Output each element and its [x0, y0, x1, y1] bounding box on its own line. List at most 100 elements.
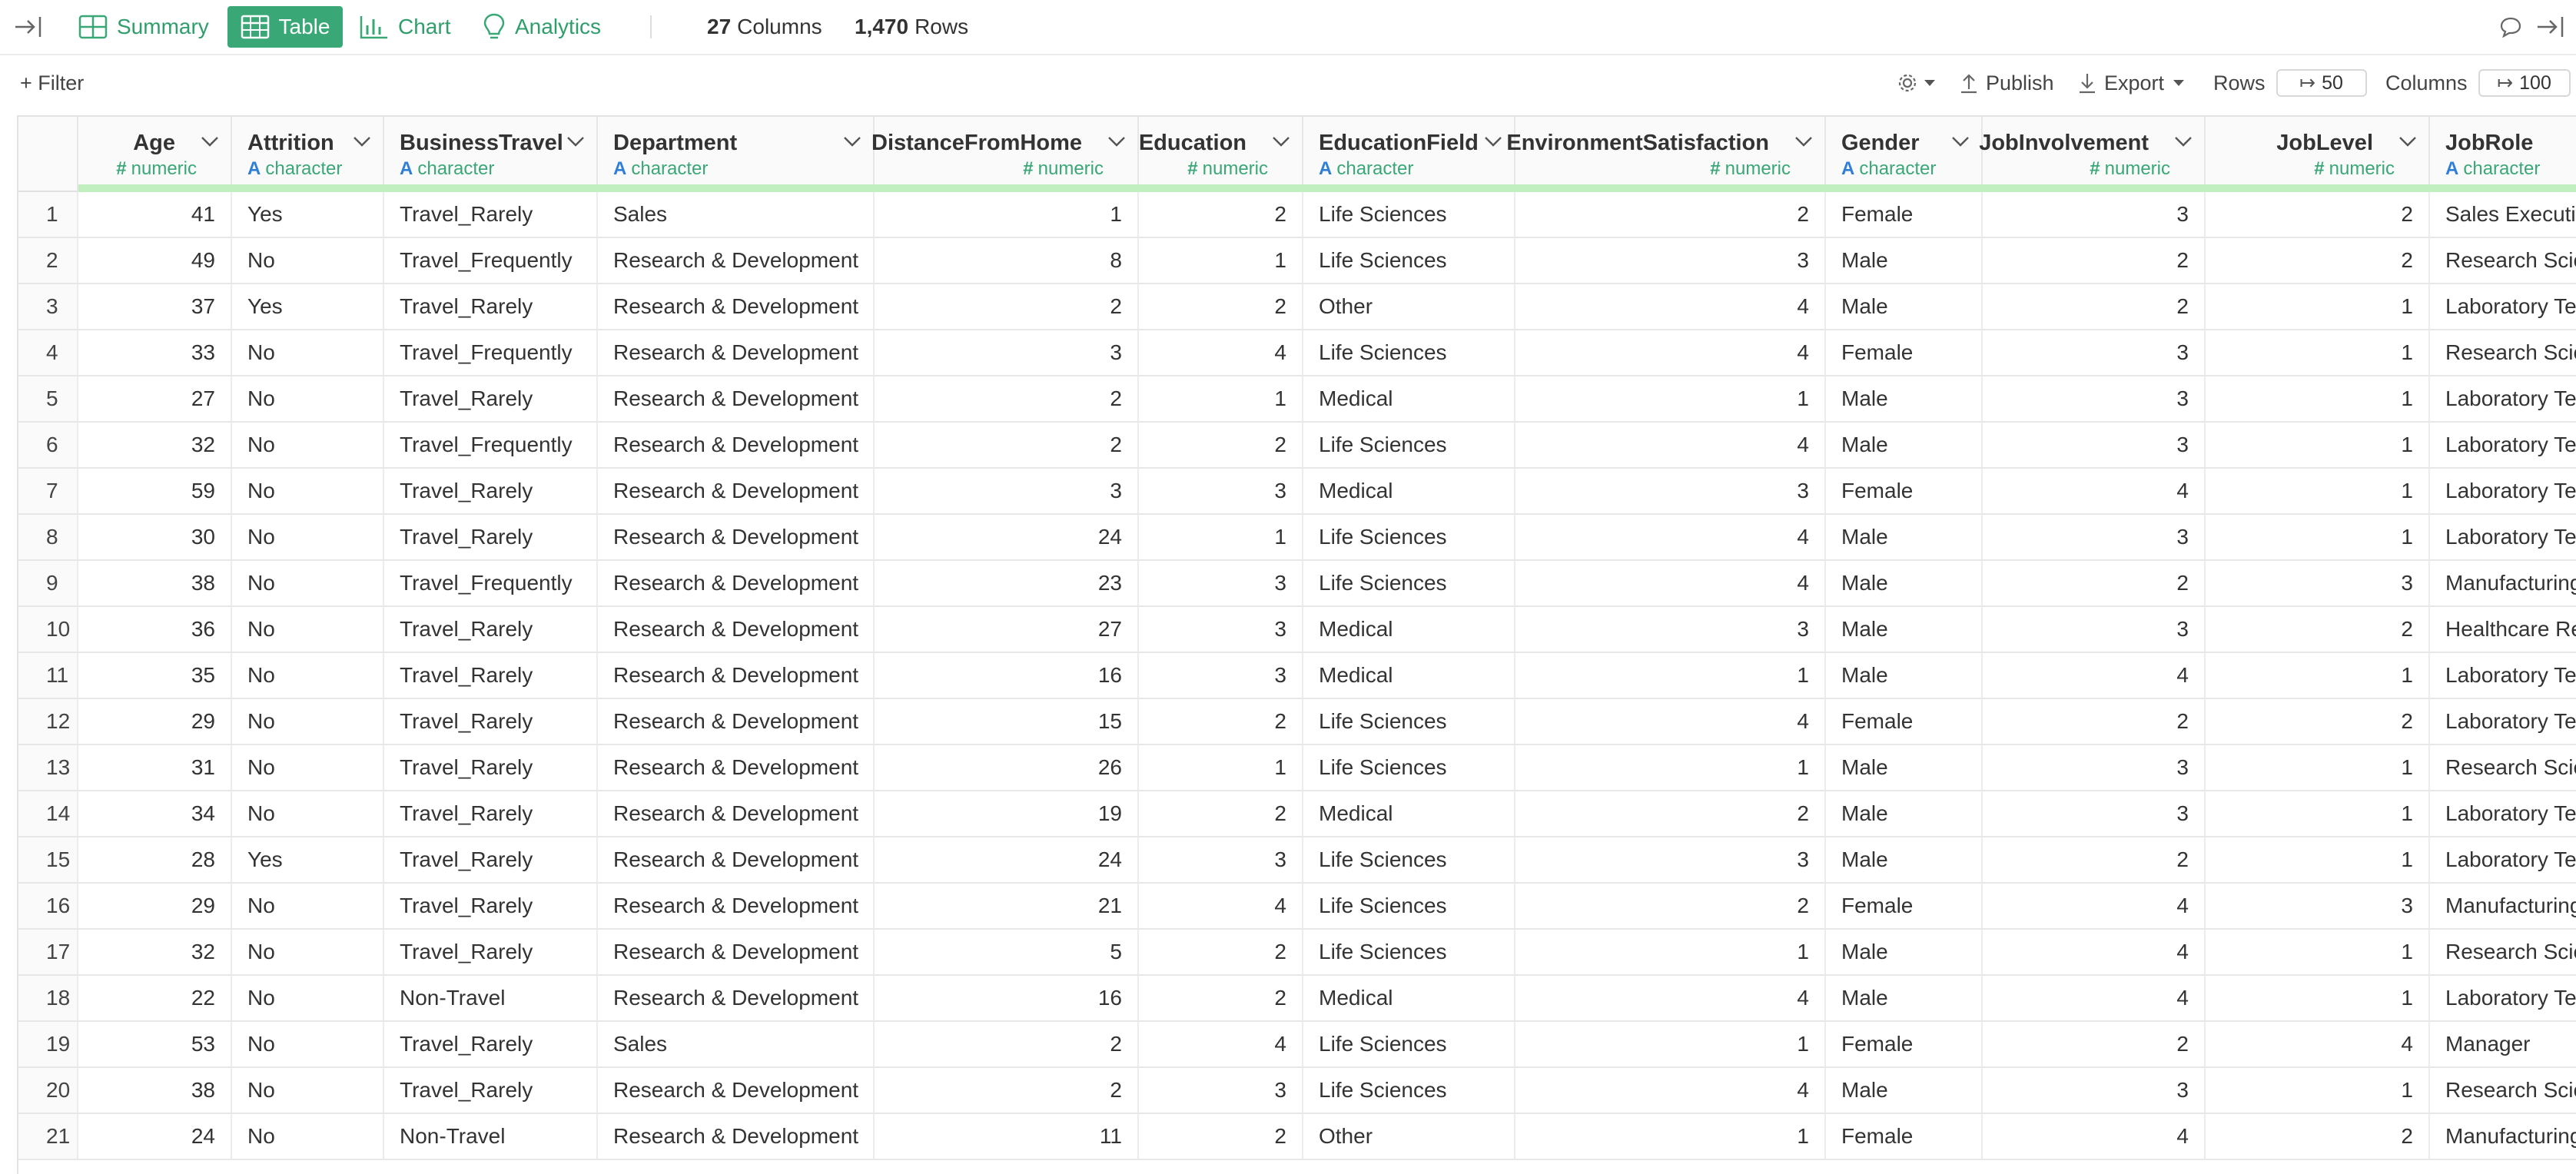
table-cell[interactable]: 1	[2206, 284, 2430, 329]
table-cell[interactable]: Travel_Rarely	[384, 469, 598, 513]
table-cell[interactable]: Research & Development	[598, 976, 875, 1020]
table-cell[interactable]: 3	[1983, 192, 2206, 237]
table-cell[interactable]: Female	[1826, 699, 1983, 744]
table-cell[interactable]: No	[232, 423, 384, 467]
table-cell[interactable]: Manufacturing Director	[2430, 561, 2576, 605]
column-header-educationfield[interactable]: EducationField Acharacter	[1303, 117, 1515, 192]
table-row[interactable]: 1 41 Yes Travel_Rarely Sales 1 2 Life Sciences 2…	[18, 192, 2576, 238]
table-cell[interactable]: Research Scientist	[2430, 745, 2576, 790]
table-cell[interactable]: 8	[875, 238, 1139, 283]
table-cell[interactable]: 3	[1983, 745, 2206, 790]
table-cell[interactable]: Female	[1826, 1022, 1983, 1066]
table-cell[interactable]: 1	[2206, 745, 2430, 790]
settings-menu-button[interactable]	[1897, 49, 1937, 117]
table-cell[interactable]: 24	[875, 837, 1139, 882]
table-cell[interactable]: 2	[1515, 192, 1826, 237]
table-cell[interactable]: 3	[1515, 607, 1826, 652]
table-cell[interactable]: 2	[1983, 284, 2206, 329]
table-cell[interactable]: 1	[1515, 376, 1826, 421]
table-cell[interactable]: 4	[1983, 1114, 2206, 1159]
table-cell[interactable]: No	[232, 238, 384, 283]
column-header-distancefromhome[interactable]: DistanceFromHome # numeric	[871, 117, 1139, 192]
table-cell[interactable]: Research & Development	[598, 607, 875, 652]
table-cell[interactable]: Research & Development	[598, 469, 875, 513]
table-cell[interactable]: Research & Development	[598, 330, 875, 375]
table-cell[interactable]: 3	[1983, 330, 2206, 375]
table-cell[interactable]: 38	[78, 561, 232, 605]
table-row[interactable]: 7 59 No Travel_Rarely Research & Development…	[18, 469, 2576, 515]
table-cell[interactable]: 3	[1983, 376, 2206, 421]
table-cell[interactable]: 1	[1139, 515, 1303, 559]
column-header-environmentsatisfaction[interactable]: EnvironmentSatisfaction # numeric	[1506, 117, 1826, 192]
table-cell[interactable]: 4	[1983, 976, 2206, 1020]
table-cell[interactable]: 1	[2206, 423, 2430, 467]
table-row[interactable]: 2 49 No Travel_Frequently Research & Develop…	[18, 238, 2576, 284]
table-cell[interactable]: 4	[1983, 653, 2206, 698]
table-cell[interactable]: 59	[78, 469, 232, 513]
table-cell[interactable]: Research & Development	[598, 238, 875, 283]
table-cell[interactable]: Female	[1826, 330, 1983, 375]
table-cell[interactable]: 2	[1983, 561, 2206, 605]
table-cell[interactable]: 1	[2206, 976, 2430, 1020]
table-cell[interactable]: Travel_Rarely	[384, 192, 598, 237]
table-row[interactable]: 20 38 No Travel_Rarely Research & Developmen…	[18, 1068, 2576, 1114]
table-row[interactable]: 3 37 Yes Travel_Rarely Research & Developmen…	[18, 284, 2576, 330]
table-cell[interactable]: 1	[1515, 745, 1826, 790]
table-cell[interactable]: Laboratory Technician	[2430, 469, 2576, 513]
table-cell[interactable]: Medical	[1303, 607, 1515, 652]
table-cell[interactable]: Sales Executive	[2430, 192, 2576, 237]
column-header-attrition[interactable]: Attrition Acharacter	[232, 117, 384, 192]
table-cell[interactable]: 33	[78, 330, 232, 375]
table-cell[interactable]: Laboratory Technician	[2430, 699, 2576, 744]
table-cell[interactable]: 3	[1139, 653, 1303, 698]
table-cell[interactable]: 31	[78, 745, 232, 790]
table-cell[interactable]: Female	[1826, 469, 1983, 513]
table-cell[interactable]: 3	[1139, 561, 1303, 605]
table-cell[interactable]: Laboratory Technician	[2430, 284, 2576, 329]
table-cell[interactable]: Male	[1826, 515, 1983, 559]
chevron-down-icon[interactable]	[1483, 135, 1503, 151]
table-row[interactable]: 5 27 No Travel_Rarely Research & Development…	[18, 376, 2576, 423]
table-cell[interactable]: 1	[2206, 837, 2430, 882]
table-cell[interactable]: Male	[1826, 238, 1983, 283]
table-cell[interactable]: 2	[1983, 837, 2206, 882]
table-cell[interactable]: Research & Development	[598, 837, 875, 882]
table-cell[interactable]: 2	[1983, 699, 2206, 744]
collapse-sidebar-icon[interactable]	[14, 0, 45, 54]
table-cell[interactable]: 32	[78, 423, 232, 467]
table-cell[interactable]: 2	[1983, 1022, 2206, 1066]
chevron-down-icon[interactable]	[1794, 135, 1814, 151]
filter-button[interactable]: + Filter	[20, 49, 84, 117]
table-cell[interactable]: Travel_Frequently	[384, 238, 598, 283]
table-cell[interactable]: Life Sciences	[1303, 745, 1515, 790]
column-header-businesstravel[interactable]: BusinessTravel Acharacter	[384, 117, 598, 192]
chevron-down-icon[interactable]	[200, 135, 220, 151]
table-cell[interactable]: 3	[1139, 607, 1303, 652]
table-cell[interactable]: Yes	[232, 284, 384, 329]
table-cell[interactable]: 4	[1983, 469, 2206, 513]
table-cell[interactable]: Research & Development	[598, 791, 875, 836]
table-cell[interactable]: 1	[1515, 653, 1826, 698]
table-cell[interactable]: No	[232, 376, 384, 421]
table-cell[interactable]: Male	[1826, 284, 1983, 329]
table-cell[interactable]: No	[232, 976, 384, 1020]
table-row[interactable]: 11 35 No Travel_Rarely Research & Developmen…	[18, 653, 2576, 699]
table-cell[interactable]: Travel_Rarely	[384, 745, 598, 790]
table-cell[interactable]: 3	[875, 330, 1139, 375]
table-row[interactable]: 8 30 No Travel_Rarely Research & Development…	[18, 515, 2576, 561]
table-cell[interactable]: 4	[1515, 976, 1826, 1020]
table-cell[interactable]: 16	[875, 653, 1139, 698]
table-cell[interactable]: 1	[1139, 745, 1303, 790]
table-cell[interactable]: 3	[2206, 884, 2430, 928]
table-cell[interactable]: Travel_Rarely	[384, 515, 598, 559]
table-cell[interactable]: 1	[1139, 238, 1303, 283]
comment-icon[interactable]	[2499, 0, 2522, 54]
table-cell[interactable]: 49	[78, 238, 232, 283]
table-cell[interactable]: No	[232, 930, 384, 974]
table-cell[interactable]: 2	[1139, 930, 1303, 974]
table-cell[interactable]: 15	[875, 699, 1139, 744]
table-cell[interactable]: Male	[1826, 423, 1983, 467]
table-cell[interactable]: 2	[875, 284, 1139, 329]
table-cell[interactable]: Travel_Rarely	[384, 930, 598, 974]
table-cell[interactable]: 32	[78, 930, 232, 974]
